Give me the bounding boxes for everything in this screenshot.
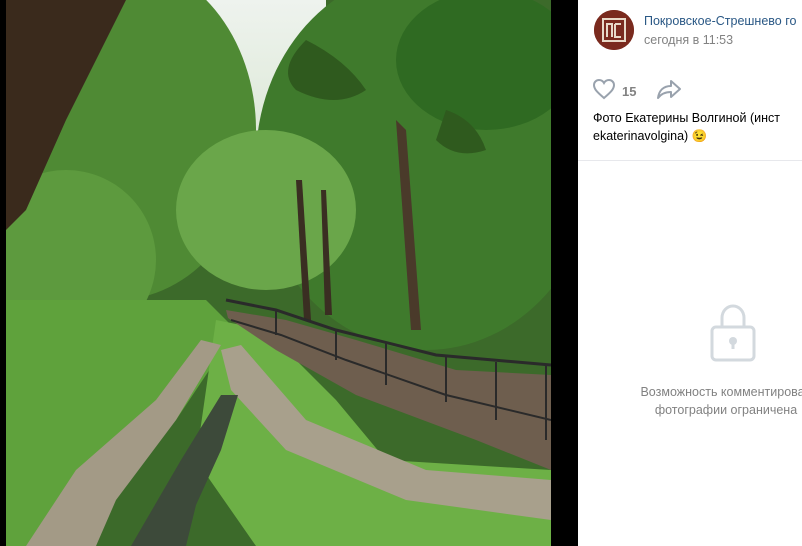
heart-icon (592, 78, 616, 105)
post-info-panel: Покровское-Стрешнево го сегодня в 11:53 … (578, 0, 802, 546)
post-header: Покровское-Стрешнево го сегодня в 11:53 (578, 0, 802, 60)
share-button[interactable] (656, 78, 682, 105)
post-photo[interactable] (6, 0, 551, 546)
like-button[interactable]: 15 (592, 78, 636, 105)
post-actions: 15 (592, 78, 682, 104)
comments-restricted-text: Возможность комментирован фотографии огр… (640, 385, 802, 417)
group-name-link[interactable]: Покровское-Стрешнево го (644, 14, 796, 28)
photo-viewer (0, 0, 578, 546)
post-caption: Фото Екатерины Волгиной (инст ekaterinav… (593, 111, 780, 143)
share-icon (656, 78, 682, 105)
like-count: 15 (622, 83, 637, 99)
avatar[interactable] (594, 10, 634, 50)
post-time[interactable]: сегодня в 11:53 (644, 33, 733, 47)
lock-icon (710, 303, 756, 368)
divider (578, 160, 802, 161)
